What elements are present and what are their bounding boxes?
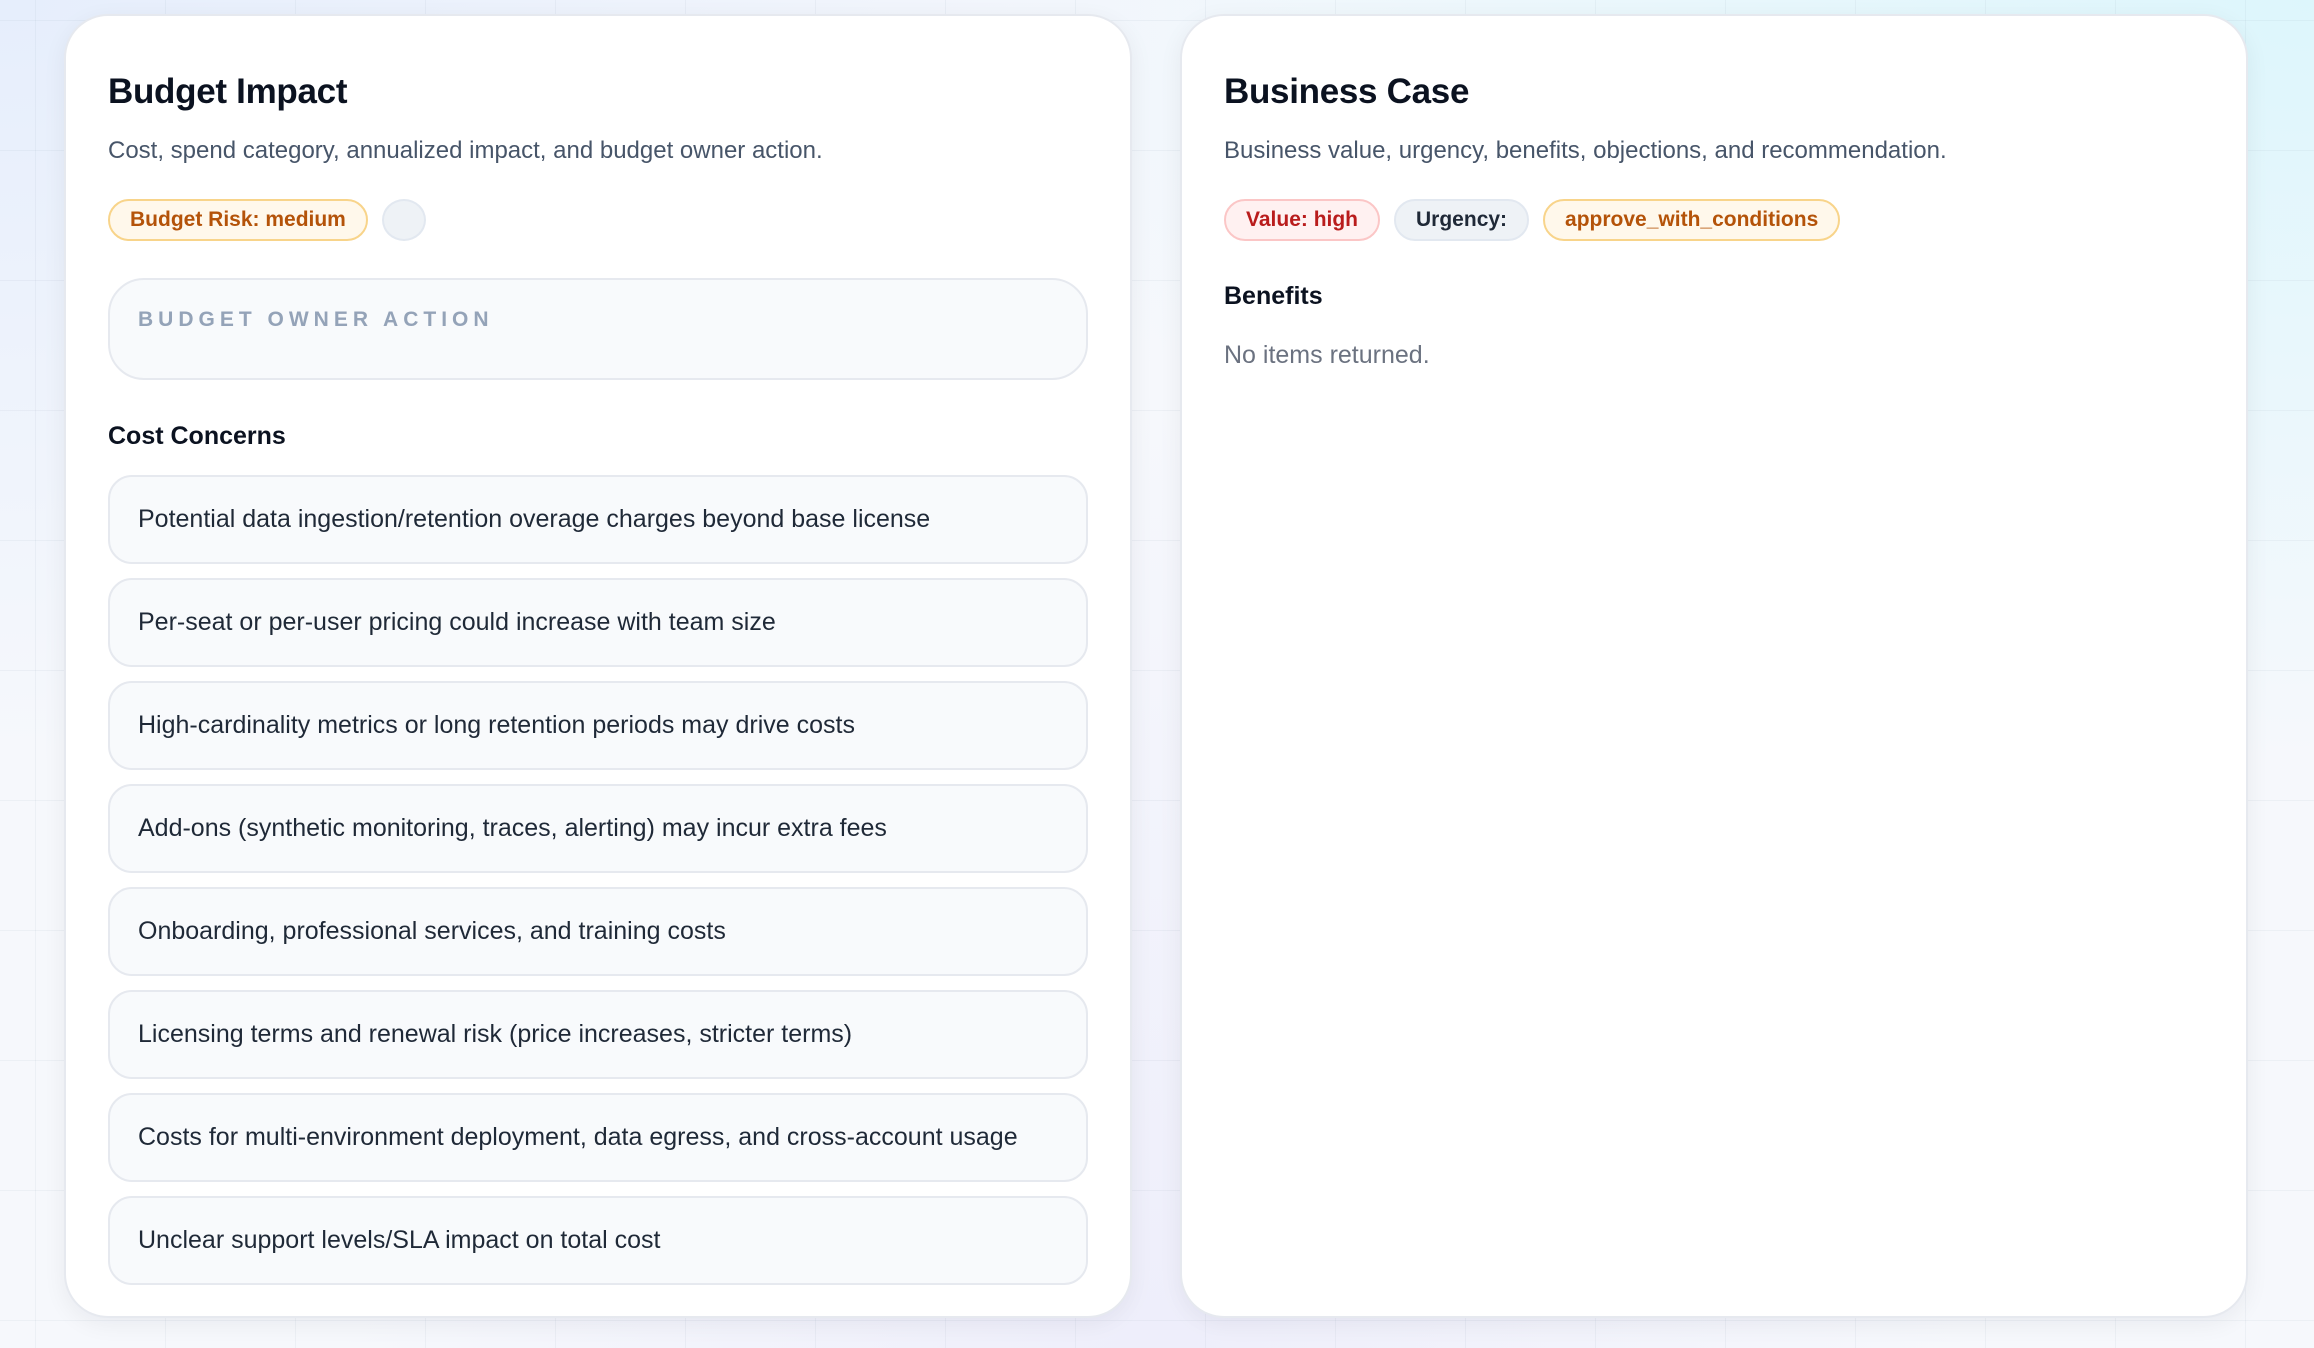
recommendation-badge: approve_with_conditions <box>1543 199 1841 242</box>
budget-owner-action-box: BUDGET OWNER ACTION <box>108 278 1088 381</box>
list-item: Per-seat or per-user pricing could incre… <box>108 578 1088 668</box>
business-case-badges: Value: high Urgency: approve_with_condit… <box>1224 198 2204 242</box>
list-item: Onboarding, professional services, and t… <box>108 887 1088 977</box>
list-item: Unclear support levels/SLA impact on tot… <box>108 1196 1088 1286</box>
budget-impact-card: Budget Impact Cost, spend category, annu… <box>64 14 1132 1318</box>
list-item: Add-ons (synthetic monitoring, traces, a… <box>108 784 1088 874</box>
empty-badge <box>381 199 426 242</box>
budget-impact-subtitle: Cost, spend category, annualized impact,… <box>108 137 823 164</box>
budget-impact-badges: Budget Risk: medium <box>108 198 1088 242</box>
business-case-title: Business Case <box>1224 72 1470 111</box>
urgency-badge: Urgency: <box>1394 199 1530 242</box>
budget-impact-title: Budget Impact <box>108 72 348 111</box>
list-item: High-cardinality metrics or long retenti… <box>108 681 1088 771</box>
list-item: Costs for multi-environment deployment, … <box>108 1093 1088 1183</box>
business-case-subtitle: Business value, urgency, benefits, objec… <box>1224 137 1947 164</box>
value-badge: Value: high <box>1224 199 1381 242</box>
benefits-empty-text: No items returned. <box>1224 341 1430 370</box>
cost-concerns-list: Potential data ingestion/retention overa… <box>108 475 1088 1286</box>
cost-concerns-heading: Cost Concerns <box>108 422 286 451</box>
benefits-heading: Benefits <box>1224 282 1323 311</box>
budget-risk-badge: Budget Risk: medium <box>108 199 368 242</box>
business-case-card: Business Case Business value, urgency, b… <box>1180 14 2248 1318</box>
budget-owner-action-label: BUDGET OWNER ACTION <box>138 308 494 332</box>
list-item: Licensing terms and renewal risk (price … <box>108 990 1088 1080</box>
list-item: Potential data ingestion/retention overa… <box>108 475 1088 565</box>
